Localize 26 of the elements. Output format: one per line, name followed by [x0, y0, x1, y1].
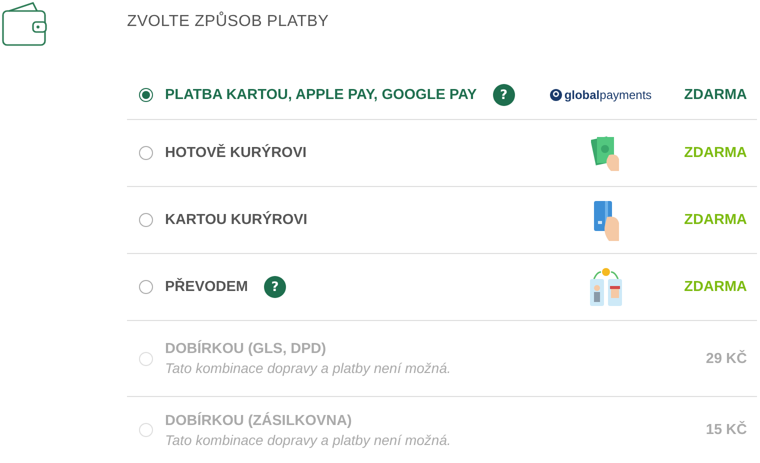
price-label: ZDARMA	[683, 279, 747, 295]
price-label: ZDARMA	[683, 87, 747, 103]
radio-button[interactable]	[139, 88, 153, 102]
provider-logo: globalpayments	[564, 88, 652, 102]
price-label: 29 KČ	[704, 350, 747, 366]
radio-button[interactable]	[139, 280, 153, 294]
help-badge[interactable]: ?	[264, 276, 286, 298]
transfer-icon	[589, 267, 623, 307]
section-title: ZVOLTE ZPŮSOB PLATBY	[127, 13, 329, 31]
option-label: PLATBA KARTOU, APPLE PAY, GOOGLE PAY	[165, 87, 477, 103]
radio-button[interactable]	[139, 146, 153, 160]
logo-icon	[550, 89, 562, 101]
option-note: Tato kombinace dopravy a platby není možná.	[165, 432, 452, 448]
option-label: DOBÍRKOU (ZÁSILKOVNA)	[165, 412, 352, 428]
cash-hand-icon	[591, 135, 621, 171]
price-label: ZDARMA	[683, 145, 747, 161]
option-label: KARTOU KURÝROVI	[165, 212, 308, 228]
card-hand-icon	[591, 199, 621, 241]
help-badge[interactable]: ?	[492, 84, 515, 106]
price-label: 15 KČ	[704, 422, 747, 438]
option-label: HOTOVĚ KURÝROVI	[165, 145, 307, 161]
radio-button[interactable]	[139, 213, 153, 227]
option-label: DOBÍRKOU (GLS, DPD)	[165, 341, 326, 357]
price-label: ZDARMA	[683, 212, 747, 228]
option-label: PŘEVODEM	[165, 279, 248, 295]
option-note: Tato kombinace dopravy a platby není možná.	[165, 360, 452, 376]
